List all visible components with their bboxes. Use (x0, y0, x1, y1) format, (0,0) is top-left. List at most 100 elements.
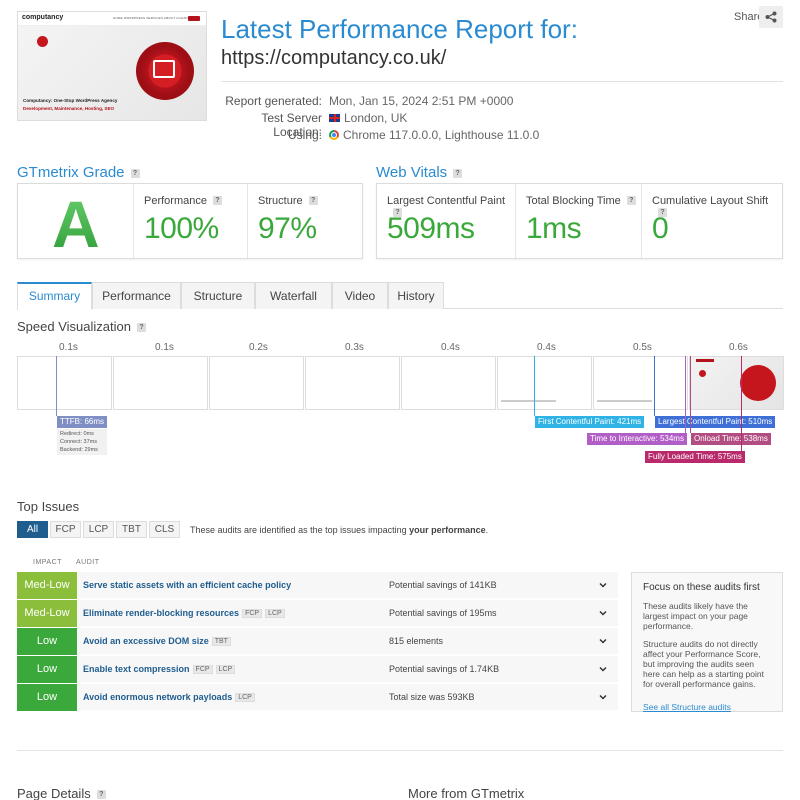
vitals-section-title: Web Vitals? (376, 164, 463, 181)
tab-summary[interactable]: Summary (17, 282, 92, 310)
chrome-icon (329, 130, 339, 140)
filter-all[interactable]: All (17, 521, 48, 538)
help-icon[interactable]: ? (308, 196, 318, 205)
lcp-line (654, 356, 655, 416)
filmstrip-frame (401, 356, 496, 410)
audit-row[interactable]: Low Avoid enormous network payloads LCP T… (17, 684, 618, 711)
fcp-marker: First Contentful Paint: 421ms (535, 416, 645, 428)
grade-panel: A Performance? 100% Structure? 97% (17, 183, 363, 261)
filter-tbt[interactable]: TBT (116, 521, 147, 538)
structure-label: Structure? (258, 195, 318, 207)
help-icon[interactable]: ? (96, 790, 106, 799)
speed-viz-title: Speed Visualization? (17, 319, 146, 334)
audit-row[interactable]: Med-Low Eliminate render-blocking resour… (17, 600, 618, 627)
see-structure-audits-link[interactable]: See all Structure audits (643, 702, 731, 712)
meta-value-location: London, UK (329, 111, 407, 125)
focus-panel-text: These audits likely have the largest imp… (643, 601, 748, 631)
timeline-tick: 0.1s (155, 342, 174, 353)
header-divider (221, 81, 783, 82)
lcp-marker: Largest Contentful Paint: 510ms (655, 416, 776, 428)
audit-tag: LCP (265, 609, 285, 618)
chevron-down-icon[interactable] (599, 581, 607, 589)
audit-title[interactable]: Avoid enormous network payloads LCP (83, 692, 255, 702)
grade-title-text: GTmetrix Grade (17, 164, 125, 181)
performance-cell: Performance? 100% (134, 184, 248, 258)
thumb-logo: computancy (22, 14, 64, 21)
audit-tag: LCP (215, 665, 236, 674)
tab-history[interactable]: History (388, 282, 444, 309)
share-icon (765, 11, 777, 23)
filmstrip-frame (113, 356, 208, 410)
timeline-tick: 0.6s (729, 342, 748, 353)
audit-row[interactable]: Low Avoid an excessive DOM size TBT 815 e… (17, 628, 618, 655)
help-icon[interactable]: ? (212, 196, 222, 205)
ttfb-line (56, 356, 57, 416)
filter-cls[interactable]: CLS (149, 521, 180, 538)
tab-waterfall[interactable]: Waterfall (255, 282, 332, 309)
audit-title[interactable]: Enable text compression FCP LCP (83, 664, 236, 674)
structure-score: 97% (258, 212, 317, 245)
connect-time: Connect: 37ms (60, 439, 97, 445)
tbt-cell: Total Blocking Time? 1ms (516, 184, 642, 258)
page-title: Latest Performance Report for: (221, 14, 578, 44)
audit-detail: Total size was 593KB (389, 692, 475, 702)
backend-time: Backend: 29ms (60, 447, 98, 453)
fully-loaded-marker: Fully Loaded Time: 575ms (645, 451, 745, 463)
tti-marker: Time to Interactive: 534ms (587, 433, 687, 445)
timeline-tick: 0.3s (345, 342, 364, 353)
filmstrip-frame (209, 356, 304, 410)
share-button[interactable] (759, 6, 783, 28)
tab-performance[interactable]: Performance (92, 282, 181, 309)
page-details-title: Page Details? (17, 786, 106, 800)
help-icon[interactable]: ? (453, 169, 463, 178)
tab-structure[interactable]: Structure (181, 282, 255, 309)
chevron-down-icon[interactable] (599, 609, 607, 617)
grade-section-title: GTmetrix Grade? (17, 164, 140, 181)
cls-cell: Cumulative Layout Shift? 0 (642, 184, 782, 258)
meta-key-generated: Report generated: (225, 94, 322, 108)
tti-line (685, 356, 686, 433)
vitals-title-text: Web Vitals (376, 164, 448, 181)
filmstrip-frame (305, 356, 400, 410)
uk-flag-icon (329, 114, 340, 122)
impact-badge: Med-Low (17, 572, 77, 599)
chevron-down-icon[interactable] (599, 693, 607, 701)
location-text: London, UK (344, 111, 408, 125)
page-screenshot-thumbnail: computancy HOME WORDPRESS SERVICES ABOUT… (17, 11, 207, 121)
meta-value-using: Chrome 117.0.0.0, Lighthouse 11.0.0 (329, 128, 539, 142)
help-icon[interactable]: ? (626, 196, 636, 205)
audit-detail: Potential savings of 1.74KB (389, 664, 500, 674)
thumb-devices-icon (153, 60, 175, 78)
top-issues-title: Top Issues (17, 499, 80, 514)
audit-title[interactable]: Eliminate render-blocking resources FCP LC… (83, 608, 285, 618)
meta-value-generated: Mon, Jan 15, 2024 2:51 PM +0000 (329, 94, 514, 108)
using-text: Chrome 117.0.0.0, Lighthouse 11.0.0 (343, 128, 540, 142)
audit-detail: 815 elements (389, 636, 444, 646)
fully-loaded-line (741, 356, 742, 451)
audit-tag: LCP (235, 693, 255, 702)
thumb-nav: HOME WORDPRESS SERVICES ABOUT CLIENTS (113, 16, 191, 20)
filter-lcp[interactable]: LCP (83, 521, 114, 538)
impact-badge: Low (17, 684, 77, 711)
filter-fcp[interactable]: FCP (50, 521, 81, 538)
tab-video[interactable]: Video (332, 282, 388, 309)
onload-marker: Onload Time: 538ms (691, 433, 771, 445)
filmstrip-frame (17, 356, 112, 410)
audit-row[interactable]: Med-Low Serve static assets with an effi… (17, 572, 618, 599)
performance-score: 100% (144, 212, 219, 245)
audit-title[interactable]: Avoid an excessive DOM size TBT (83, 636, 231, 646)
audit-tag: FCP (192, 665, 213, 674)
report-tabs: Summary Performance Structure Waterfall … (17, 282, 783, 310)
chevron-down-icon[interactable] (599, 637, 607, 645)
audit-title[interactable]: Serve static assets with an efficient ca… (83, 580, 291, 590)
more-from-gtmetrix-title: More from GTmetrix (408, 786, 525, 800)
help-icon[interactable]: ? (130, 169, 140, 178)
help-icon[interactable]: ? (136, 323, 146, 332)
structure-cell: Structure? 97% (248, 184, 363, 258)
filmstrip-frame-loaded (689, 356, 784, 410)
timeline-tick: 0.4s (537, 342, 556, 353)
thumb-small-circle (37, 36, 48, 47)
impact-badge: Low (17, 628, 77, 655)
audit-row[interactable]: Low Enable text compression FCP LCP Potent… (17, 656, 618, 683)
chevron-down-icon[interactable] (599, 665, 607, 673)
